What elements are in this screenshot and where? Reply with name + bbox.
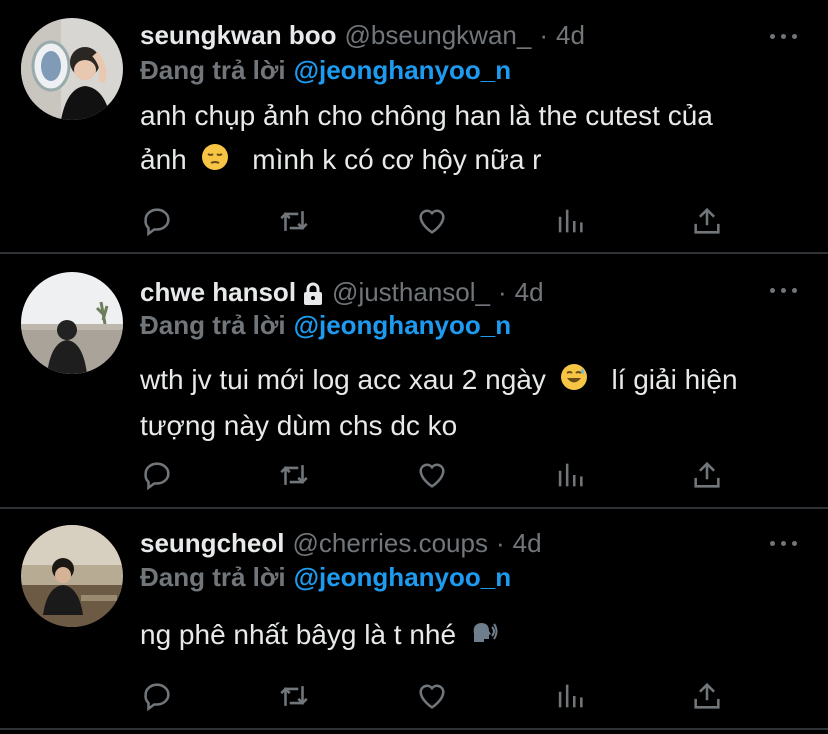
user-handle[interactable]: @cherries.coups [292,528,487,559]
retweet-icon[interactable] [277,679,311,713]
reply-tweet-2[interactable]: chwe hansol @justhansol_ · 4d Đang trả l… [0,254,828,507]
mention-link[interactable]: @jeonghanyoo_n [294,562,511,592]
avatar[interactable] [21,18,123,120]
replying-to: Đang trả lời @jeonghanyoo_n [140,55,511,86]
text-segment: ảnh [140,144,187,175]
user-handle[interactable]: @justhansol_ [332,277,490,308]
display-name[interactable]: seungkwan boo [140,20,336,51]
pensive-face-icon [201,140,229,184]
tweet-actions [140,458,740,492]
tweet-text: wth jv tui mới log acc xau 2 ngày lí giả… [140,358,790,448]
replying-to: Đang trả lời @jeonghanyoo_n [140,562,511,593]
share-icon[interactable] [690,204,724,238]
separator-dot: · [539,19,548,50]
timestamp[interactable]: 4d [556,20,585,51]
reply-icon[interactable] [140,204,174,238]
display-name[interactable]: seungcheol [140,528,284,559]
mention-link[interactable]: @jeonghanyoo_n [294,55,511,85]
like-icon[interactable] [415,458,449,492]
tweet-header: chwe hansol @justhansol_ · 4d [140,272,544,312]
lock-icon [302,282,324,306]
replying-label: Đang trả lời [140,55,286,85]
reply-icon[interactable] [140,458,174,492]
text-line: anh chụp ảnh cho chông han là the cutest… [140,100,713,131]
more-options-icon[interactable] [770,32,800,42]
more-options-icon[interactable] [770,539,800,549]
separator-dot: · [495,527,505,558]
tweet-header: seungkwan boo @bseungkwan_ · 4d [140,15,585,55]
tweet-text: ng phê nhất bâyg là t nhé [140,613,790,659]
display-name[interactable]: chwe hansol [140,277,296,308]
timestamp[interactable]: 4d [513,528,542,559]
text-line: tượng này dùm chs dc ko [140,409,458,441]
share-icon[interactable] [690,458,724,492]
replying-label: Đang trả lời [140,562,286,592]
text-segment: wth jv tui mới log acc xau 2 ngày [140,364,546,395]
replying-to: Đang trả lời @jeonghanyoo_n [140,310,511,341]
views-icon[interactable] [553,458,587,492]
text-line: ng phê nhất bâyg là t nhé [140,613,790,659]
avatar[interactable] [21,272,123,374]
timestamp[interactable]: 4d [515,277,544,308]
tweet-text: anh chụp ảnh cho chông han là the cutest… [140,94,790,184]
grinning-sweat-face-icon [560,360,588,404]
avatar[interactable] [21,525,123,627]
mention-link[interactable]: @jeonghanyoo_n [294,310,511,340]
more-options-icon[interactable] [770,286,800,296]
user-handle[interactable]: @bseungkwan_ [344,20,531,51]
tweet-actions [140,679,740,713]
speaking-head-icon [470,615,498,659]
text-line: ảnh mình k có cơ hộy nữa r [140,138,790,184]
text-line: wth jv tui mới log acc xau 2 ngày lí giả… [140,358,790,404]
reply-tweet-3[interactable]: seungcheol @cherries.coups · 4d Đang trả… [0,509,828,734]
divider [0,728,828,730]
tweet-header: seungcheol @cherries.coups · 4d [140,523,542,563]
retweet-icon[interactable] [277,458,311,492]
reply-icon[interactable] [140,679,174,713]
retweet-icon[interactable] [277,204,311,238]
text-segment: mình k có cơ hộy nữa r [252,144,542,175]
text-segment: lí giải hiện [611,364,738,395]
like-icon[interactable] [415,204,449,238]
separator-dot: · [497,276,507,307]
views-icon[interactable] [553,679,587,713]
like-icon[interactable] [415,679,449,713]
replying-label: Đang trả lời [140,310,286,340]
views-icon[interactable] [553,204,587,238]
share-icon[interactable] [690,679,724,713]
tweet-actions [140,204,740,238]
text-segment: ng phê nhất bâyg là t nhé [140,619,457,650]
reply-tweet-1[interactable]: seungkwan boo @bseungkwan_ · 4d Đang trả… [0,0,828,252]
